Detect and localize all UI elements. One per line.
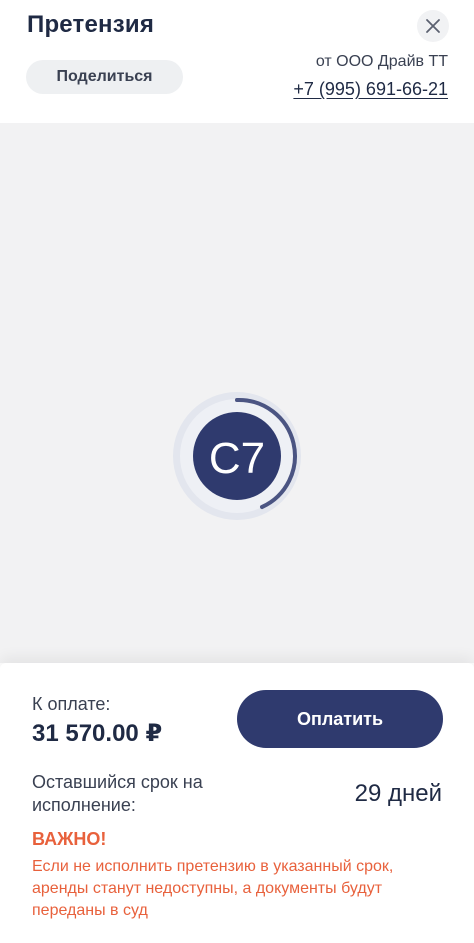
term-label: Оставшийся срок на исполнение:	[32, 772, 203, 815]
payment-amount: 31 570.00 ₽	[32, 720, 163, 747]
payment-label: К оплате:	[32, 694, 111, 714]
warning-title: ВАЖНО!	[32, 829, 107, 849]
share-button[interactable]: Поделиться	[26, 60, 183, 94]
page-title: Претензия	[27, 11, 155, 38]
spinner-logo-icon: С7	[172, 391, 302, 521]
warning-text: Если не исполнить претензию в указанный …	[32, 858, 394, 919]
claim-screen: Претензия Поделиться от ООО Драйв ТТ +7 …	[0, 0, 474, 943]
sender-name: от ООО Драйв ТТ	[315, 53, 448, 70]
term-value: 29 дней	[354, 780, 442, 807]
payment-panel: К оплате: 31 570.00 ₽ Оплатить Оставшийс…	[0, 663, 474, 943]
phone-link[interactable]: +7 (995) 691-66-21	[293, 79, 448, 100]
document-viewer[interactable]: С7	[0, 123, 474, 663]
pay-button[interactable]: Оплатить	[237, 690, 443, 748]
loader-glyph: С7	[209, 434, 265, 483]
close-icon	[426, 19, 440, 33]
close-button[interactable]	[417, 10, 449, 42]
